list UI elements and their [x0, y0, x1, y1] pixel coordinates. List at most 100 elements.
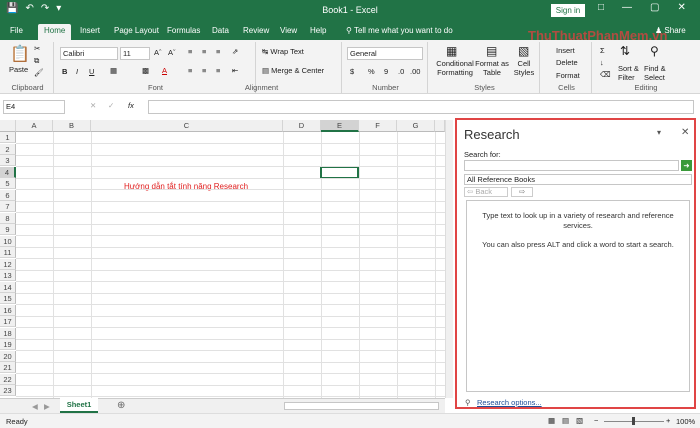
tab-help[interactable]: Help — [310, 24, 326, 40]
zoom-slider-thumb[interactable] — [632, 417, 635, 425]
align-top-icon[interactable]: ≡ — [188, 47, 192, 56]
fill-color-icon[interactable]: ▩ — [142, 66, 149, 75]
fill-icon[interactable]: ↓ — [600, 58, 604, 67]
autosum-icon[interactable]: Σ — [600, 46, 605, 55]
row-header[interactable]: 12 — [0, 258, 16, 270]
reference-source-select[interactable]: All Reference Books — [464, 174, 692, 185]
new-sheet-icon[interactable]: ⊕ — [117, 400, 125, 411]
research-options-link[interactable]: Research options... — [477, 398, 542, 407]
tab-data[interactable]: Data — [212, 24, 229, 40]
row-header[interactable]: 7 — [0, 201, 16, 212]
borders-icon[interactable]: ▦ — [110, 66, 117, 75]
insert-function-button[interactable]: fx — [128, 101, 134, 110]
paste-button[interactable]: Paste — [9, 65, 28, 74]
align-right-icon[interactable]: ≡ — [216, 66, 220, 75]
column-header-a[interactable]: A — [16, 120, 53, 132]
zoom-out-icon[interactable]: − — [594, 416, 598, 425]
row-header[interactable]: 9 — [0, 224, 16, 235]
font-color-icon[interactable]: A — [162, 66, 167, 75]
name-box[interactable]: E4 — [3, 100, 65, 114]
bold-button[interactable]: B — [62, 67, 67, 76]
increase-decimal-icon[interactable]: .0 — [398, 67, 404, 76]
row-header[interactable]: 14 — [0, 281, 16, 293]
tab-formulas[interactable]: Formulas — [167, 24, 200, 40]
zoom-level[interactable]: 100% — [676, 417, 695, 426]
row-header[interactable]: 16 — [0, 304, 16, 316]
tab-home[interactable]: Home — [38, 24, 72, 40]
vertical-scrollbar[interactable] — [445, 120, 453, 398]
copy-icon[interactable]: ⧉ — [34, 56, 39, 66]
merge-center-button[interactable]: ▤ Merge & Center — [262, 66, 324, 75]
tab-review[interactable]: Review — [243, 24, 269, 40]
research-search-input[interactable] — [464, 160, 679, 171]
row-header[interactable]: 22 — [0, 373, 16, 385]
row-header[interactable]: 18 — [0, 327, 16, 339]
row-header[interactable]: 6 — [0, 189, 16, 201]
maximize-icon[interactable]: ▢ — [650, 2, 659, 13]
tab-file[interactable]: File — [10, 24, 23, 40]
row-header[interactable]: 13 — [0, 270, 16, 281]
sort-filter-button[interactable]: Sort & Filter — [618, 64, 644, 82]
normal-view-icon[interactable]: ▦ — [548, 416, 555, 425]
next-sheet-icon[interactable]: ▶ — [44, 402, 50, 411]
column-header-g[interactable]: G — [397, 120, 435, 132]
column-header-c[interactable]: C — [91, 120, 283, 132]
format-as-table-button[interactable]: Format as Table — [474, 59, 510, 77]
worksheet-grid[interactable]: A B C D E F G 1 2 3 4 5 6 7 8 9 10 11 12 13 14 15 16 17 1… — [0, 120, 445, 398]
column-header-b[interactable]: B — [53, 120, 91, 132]
wrap-text-button[interactable]: ↹ Wrap Text — [262, 47, 304, 56]
horizontal-scrollbar[interactable] — [284, 402, 439, 410]
number-format-select[interactable]: General — [347, 47, 423, 60]
formula-input[interactable] — [148, 100, 694, 114]
indent-icon[interactable]: ⇤ — [232, 66, 238, 75]
zoom-in-icon[interactable]: + — [666, 416, 670, 425]
font-size-select[interactable]: 11 — [120, 47, 150, 60]
format-button[interactable]: Format — [556, 71, 580, 80]
row-header[interactable]: 2 — [0, 143, 16, 155]
align-middle-icon[interactable]: ≡ — [202, 47, 206, 56]
row-header[interactable]: 21 — [0, 362, 16, 373]
column-header-d[interactable]: D — [283, 120, 321, 132]
tab-view[interactable]: View — [280, 24, 297, 40]
row-header[interactable]: 17 — [0, 316, 16, 327]
align-bottom-icon[interactable]: ≡ — [216, 47, 220, 56]
row-header[interactable]: 23 — [0, 385, 16, 396]
row-header[interactable]: 4 — [0, 166, 16, 178]
enter-icon[interactable]: ✓ — [108, 101, 114, 110]
cell-styles-button[interactable]: Cell Styles — [510, 59, 538, 77]
align-left-icon[interactable]: ≡ — [188, 66, 192, 75]
forward-button[interactable]: ⇨ — [511, 187, 533, 197]
ribbon-display-icon[interactable]: □ — [598, 2, 604, 13]
decrease-font-icon[interactable]: Aˇ — [168, 48, 176, 57]
currency-icon[interactable]: $ — [350, 67, 354, 76]
align-center-icon[interactable]: ≡ — [202, 66, 206, 75]
tab-insert[interactable]: Insert — [80, 24, 100, 40]
column-header-e[interactable]: E — [321, 120, 359, 132]
underline-button[interactable]: U — [89, 67, 94, 76]
decrease-decimal-icon[interactable]: .00 — [410, 67, 420, 76]
tab-page-layout[interactable]: Page Layout — [114, 24, 159, 40]
format-painter-icon[interactable]: 🖌 — [34, 68, 44, 77]
percent-icon[interactable]: % — [368, 67, 375, 76]
sign-in-button[interactable]: Sign in — [551, 4, 585, 17]
prev-sheet-icon[interactable]: ◀ — [32, 402, 38, 411]
row-header[interactable]: 15 — [0, 293, 16, 304]
conditional-formatting-button[interactable]: Conditional Formatting — [434, 59, 476, 77]
row-header[interactable]: 3 — [0, 155, 16, 166]
tell-me-search[interactable]: ⚲ Tell me what you want to do — [346, 24, 453, 40]
font-name-select[interactable]: Calibri — [60, 47, 118, 60]
increase-font-icon[interactable]: Aˆ — [154, 48, 162, 57]
row-header[interactable]: 8 — [0, 212, 16, 224]
row-header[interactable]: 10 — [0, 235, 16, 247]
start-search-icon[interactable]: ➜ — [681, 160, 692, 171]
clear-icon[interactable]: ⌫ — [600, 70, 611, 79]
select-all-corner[interactable] — [0, 120, 16, 132]
row-header[interactable]: 5 — [0, 178, 16, 189]
row-header[interactable]: 20 — [0, 350, 16, 362]
close-pane-icon[interactable]: ✕ — [681, 127, 689, 138]
pane-options-icon[interactable]: ▾ — [657, 128, 661, 137]
row-header[interactable]: 19 — [0, 339, 16, 350]
sheet-tab-sheet1[interactable]: Sheet1 — [60, 398, 98, 413]
minimize-icon[interactable]: — — [622, 2, 632, 13]
column-header-f[interactable]: F — [359, 120, 397, 132]
